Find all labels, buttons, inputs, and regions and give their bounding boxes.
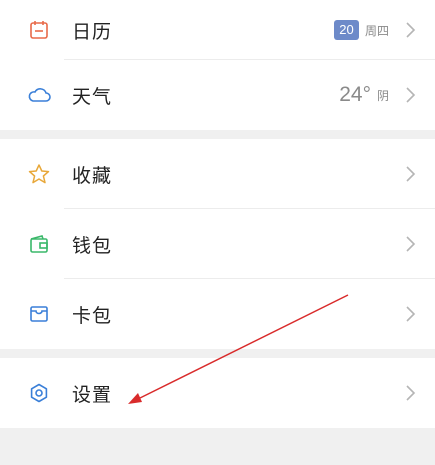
card-right [403, 305, 417, 323]
settings-right [403, 384, 417, 402]
card-icon [27, 302, 51, 326]
favorites-label: 收藏 [72, 164, 113, 187]
weather-info: 24° 阴 [339, 83, 417, 107]
wallet-row[interactable]: 钱包 [0, 209, 435, 279]
menu-group-3: 设置 [0, 358, 435, 428]
wallet-icon [27, 232, 51, 256]
cloud-icon [27, 83, 51, 107]
chevron-right-icon [406, 87, 416, 103]
chevron-right-icon [406, 236, 416, 252]
chevron-right-icon [406, 166, 416, 182]
settings-row[interactable]: 设置 [0, 358, 435, 428]
chevron-right-icon [406, 306, 416, 322]
menu-group-2: 收藏 钱包 卡包 [0, 139, 435, 349]
weather-row[interactable]: 天气 24° 阴 [0, 60, 435, 130]
section-gap [0, 349, 435, 358]
section-gap [0, 130, 435, 139]
wallet-right [403, 235, 417, 253]
calendar-row[interactable]: 日历 20 周四 [0, 0, 435, 60]
calendar-info: 20 周四 [333, 20, 417, 40]
weekday-text: 周四 [364, 23, 389, 38]
chevron-right-icon [406, 22, 416, 38]
favorites-right [403, 165, 417, 183]
calendar-label: 日历 [72, 20, 113, 43]
card-label: 卡包 [72, 304, 113, 327]
calendar-icon [27, 18, 51, 42]
weather-condition-text: 阴 [376, 88, 389, 103]
card-row[interactable]: 卡包 [0, 279, 435, 349]
chevron-right-icon [406, 385, 416, 401]
wallet-label: 钱包 [72, 234, 113, 257]
date-badge: 20 [333, 20, 359, 40]
temperature-text: 24° [339, 83, 371, 106]
settings-label: 设置 [72, 383, 113, 406]
menu-group-1: 日历 20 周四 天气 24° 阴 [0, 0, 435, 130]
weather-label: 天气 [72, 85, 113, 108]
favorites-row[interactable]: 收藏 [0, 139, 435, 209]
gear-icon [27, 381, 51, 405]
bottom-gap [0, 428, 435, 457]
star-icon [27, 162, 51, 186]
